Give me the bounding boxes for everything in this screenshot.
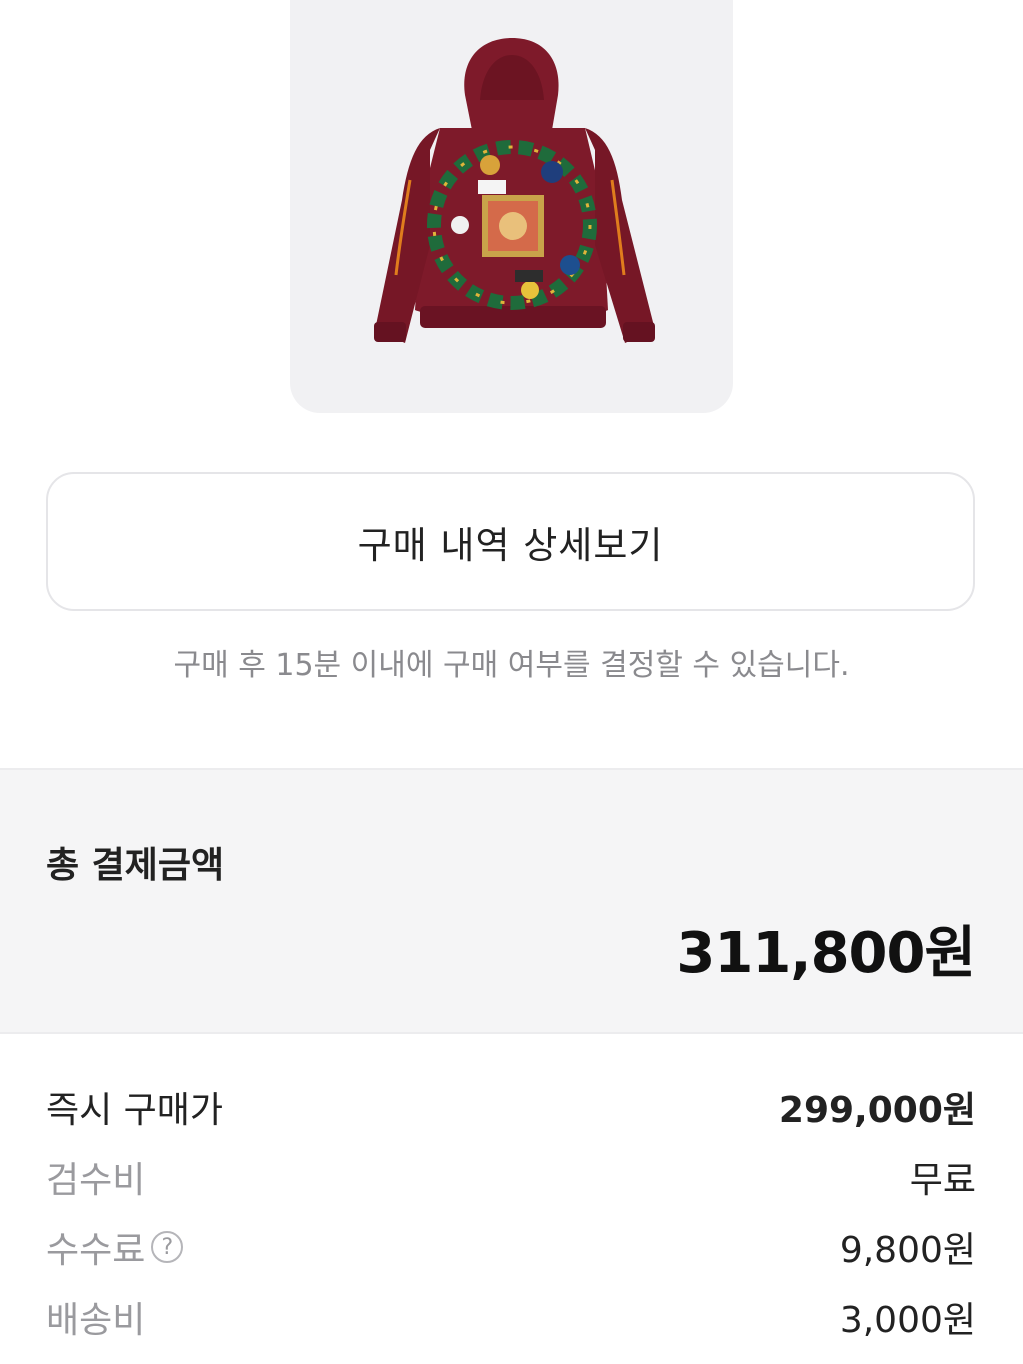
purchase-history-detail-button[interactable]: 구매 내역 상세보기 — [46, 472, 975, 611]
product-image — [290, 0, 733, 413]
hoodie-back-image — [374, 38, 655, 343]
question-circle-icon[interactable]: ? — [151, 1231, 184, 1263]
breakdown-row-instant-price: 즉시 구매가 299,000원 — [46, 1072, 976, 1142]
breakdown-row-commission: 수수료 ? 9,800원 — [46, 1212, 976, 1282]
purchase-decision-notice: 구매 후 15분 이내에 구매 여부를 결정할 수 있습니다. — [173, 648, 850, 683]
payment-breakdown: 즉시 구매가 299,000원 검수비 무료 수수료 ? 9,800원 배송비 … — [46, 1072, 976, 1352]
inspection-fee-label: 검수비 — [46, 1160, 146, 1201]
commission-label: 수수료 — [46, 1230, 146, 1271]
instant-price-value: 299,000원 — [778, 1090, 976, 1131]
total-payment-amount: 311,800원 — [676, 921, 976, 986]
commission-label-group: 수수료 ? — [46, 1221, 184, 1273]
breakdown-row-inspection-fee: 검수비 무료 — [46, 1142, 976, 1212]
inspection-fee-value: 무료 — [909, 1160, 976, 1201]
instant-price-label: 즉시 구매가 — [46, 1090, 224, 1131]
total-payment-section: 총 결제금액 311,800원 — [0, 768, 1023, 1034]
purchase-history-detail-label: 구매 내역 상세보기 — [357, 523, 664, 567]
shipping-fee-label: 배송비 — [46, 1300, 146, 1341]
shipping-fee-value: 3,000원 — [839, 1300, 976, 1341]
breakdown-row-shipping-fee: 배송비 3,000원 — [46, 1282, 976, 1352]
total-payment-label: 총 결제금액 — [46, 845, 225, 886]
commission-value: 9,800원 — [839, 1230, 976, 1271]
